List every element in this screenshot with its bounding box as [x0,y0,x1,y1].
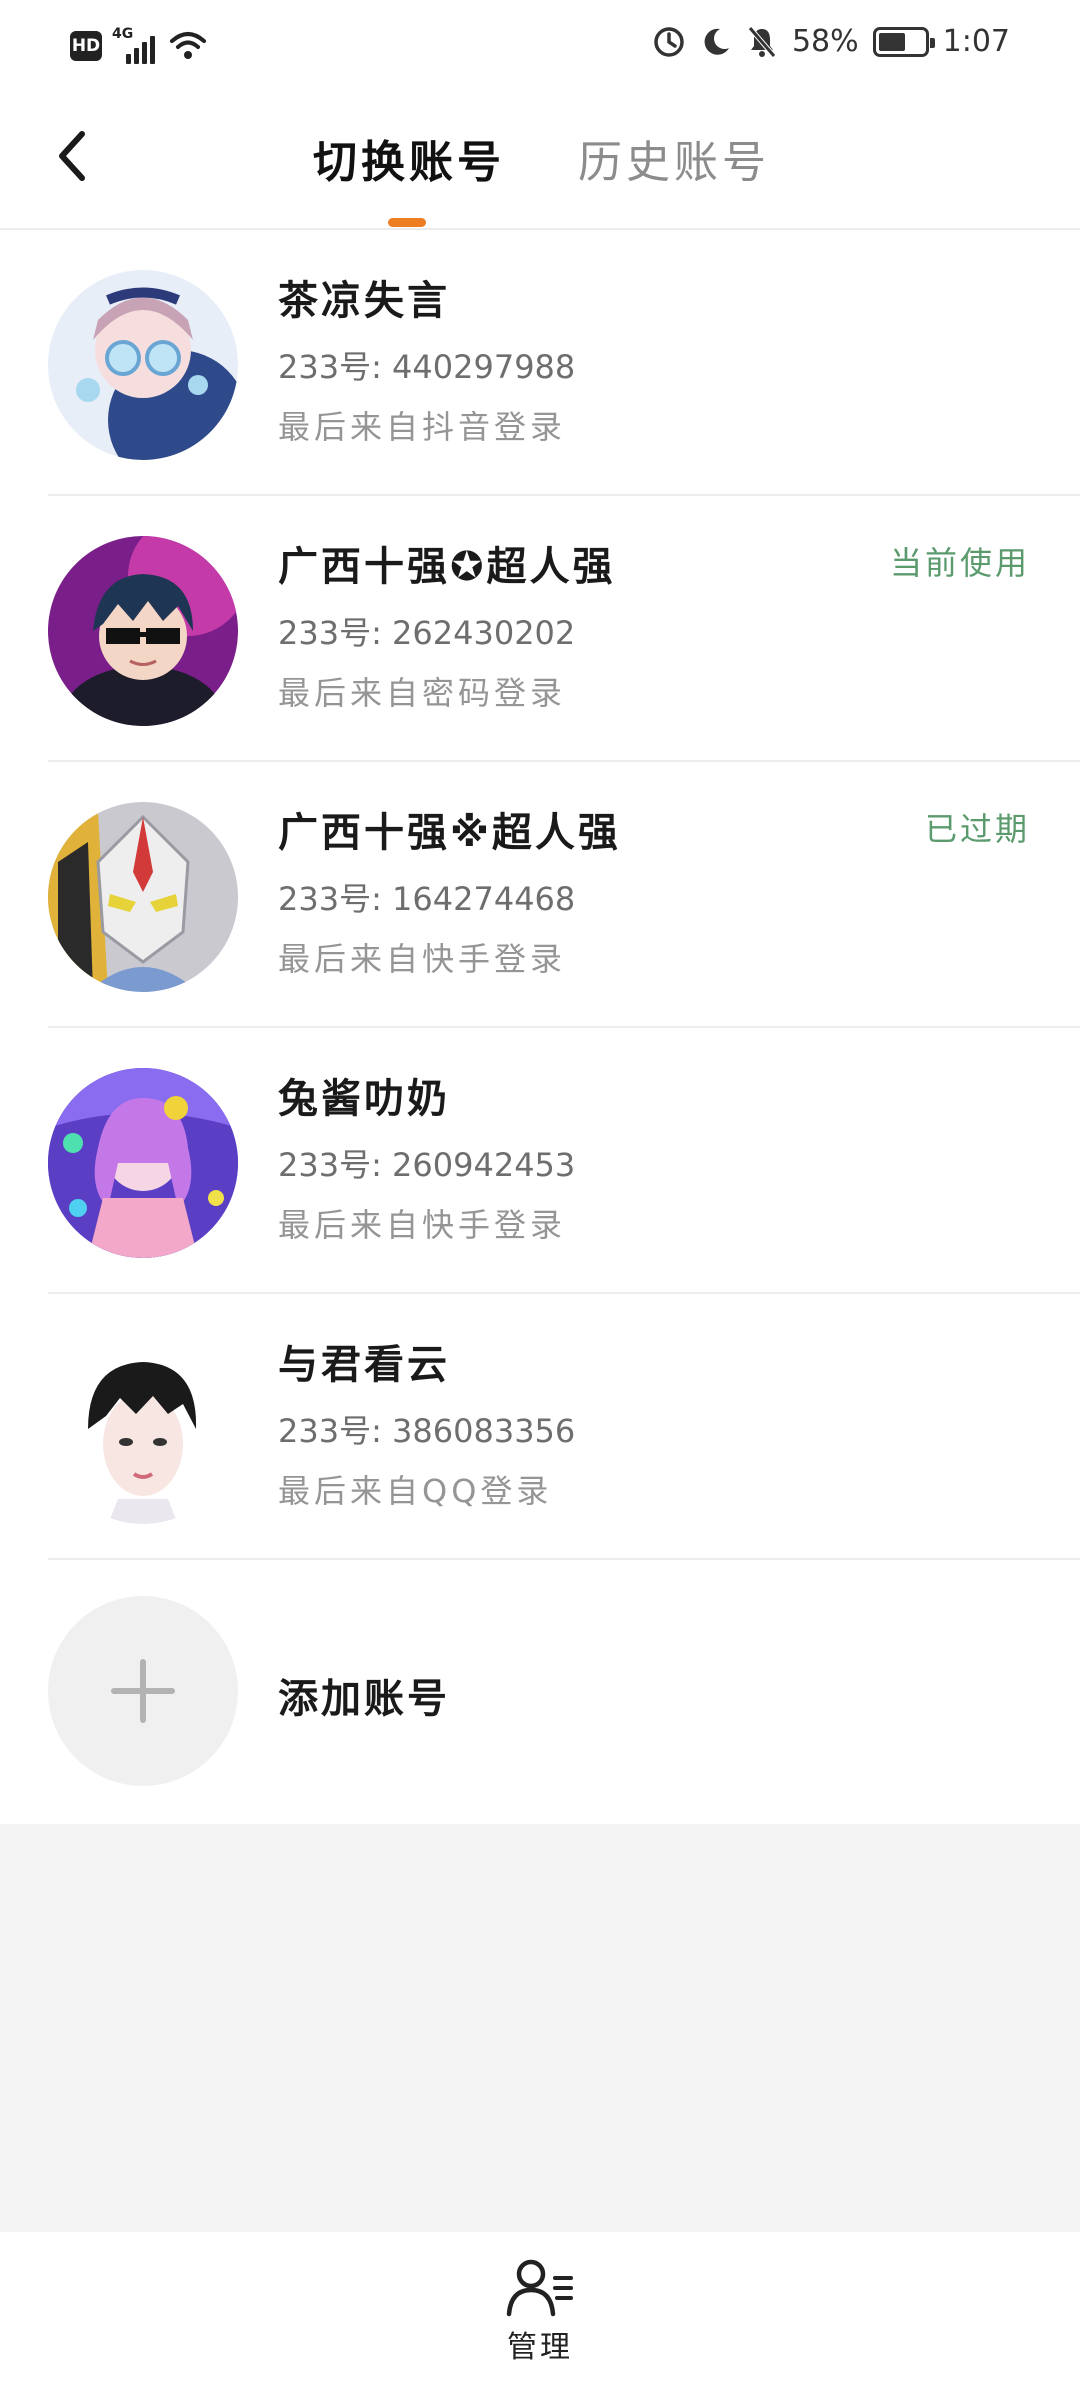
account-id: 233号: 164274468 [278,880,576,918]
bottom-bar: 管理 [0,2232,1080,2400]
manage-label: 管理 [507,2330,573,2365]
avatar [48,1068,238,1258]
account-status-expired: 已过期 [924,810,1030,848]
account-name: 茶凉失言 [278,278,450,324]
chevron-left-icon [59,131,85,181]
avatar [48,536,238,726]
avatar [48,270,238,460]
account-list: 茶凉失言 233号: 440297988 最后来自抖音登录 广西十强✪超人强 2… [0,230,1080,1824]
mute-bell-icon [748,25,776,58]
data-saver-icon [654,26,684,57]
add-account-button[interactable] [48,1596,238,1786]
hd-icon: HD [70,31,102,61]
account-id: 233号: 440297988 [278,348,576,386]
battery-percent: 58% [791,24,859,59]
account-row[interactable]: 广西十强✪超人强 233号: 262430202 最后来自密码登录 当前使用 [0,496,1080,762]
manage-users-icon [506,2259,573,2317]
account-row[interactable]: 与君看云 233号: 386083356 最后来自QQ登录 [0,1294,1080,1560]
account-status-current: 当前使用 [889,544,1030,582]
moon-icon [704,28,729,55]
account-name: 广西十强※超人强 [278,810,621,856]
account-name: 广西十强✪超人强 [278,544,616,590]
account-name: 与君看云 [278,1342,450,1388]
back-button[interactable] [42,126,102,186]
add-account-label: 添加账号 [278,1676,450,1722]
add-account-row[interactable]: 添加账号 [0,1560,1080,1826]
plus-icon [111,1659,175,1723]
manage-button[interactable]: 管理 [480,2256,600,2376]
avatar [48,802,238,992]
status-left: HD 4G [70,26,208,66]
active-tab-indicator [388,218,426,227]
account-id: 233号: 262430202 [278,614,576,652]
status-bar: HD 4G 58% 1:07 [0,0,1080,96]
cellular-signal-icon: 4G [112,26,158,66]
app-root: HD 4G 58% 1:07 切换账号 历史账号 茶凉失言 233号: 4402… [0,0,1080,2400]
login-source: 最后来自密码登录 [278,674,567,712]
wifi-icon [170,32,206,59]
account-row[interactable]: 兔酱叻奶 233号: 260942453 最后来自快手登录 [0,1028,1080,1294]
login-source: 最后来自快手登录 [278,940,567,978]
account-row[interactable]: 茶凉失言 233号: 440297988 最后来自抖音登录 [0,230,1080,496]
clock: 1:07 [942,24,1010,59]
login-source: 最后来自QQ登录 [278,1472,553,1510]
tab-switch-account[interactable]: 切换账号 [313,126,505,190]
battery-icon [872,26,935,57]
status-right: 58% 1:07 [652,24,1010,59]
account-name: 兔酱叻奶 [278,1076,450,1122]
account-id: 233号: 260942453 [278,1146,576,1184]
tab-history-account[interactable]: 历史账号 [578,126,770,190]
account-id: 233号: 386083356 [278,1412,576,1450]
avatar [48,1334,238,1524]
login-source: 最后来自抖音登录 [278,408,567,446]
tab-header: 切换账号 历史账号 [0,96,1080,230]
account-row[interactable]: 广西十强※超人强 233号: 164274468 最后来自快手登录 已过期 [0,762,1080,1028]
login-source: 最后来自快手登录 [278,1206,567,1244]
